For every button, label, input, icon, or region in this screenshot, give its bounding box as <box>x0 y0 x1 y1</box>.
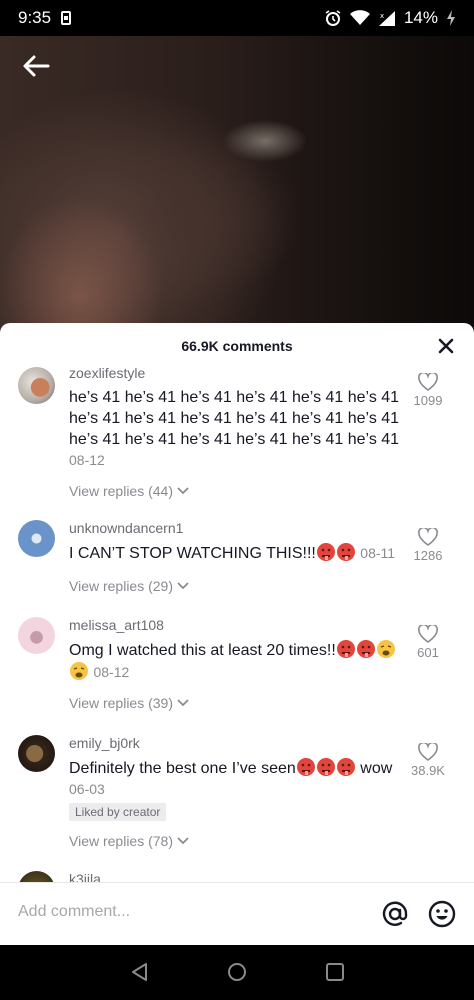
comment-input-bar: Add comment... <box>0 882 474 945</box>
view-replies-button[interactable]: View replies (78) <box>69 833 190 849</box>
comment-username[interactable]: emily_bj0rk <box>69 735 140 751</box>
comment-date: 08-12 <box>93 664 130 680</box>
hot-face-emoji <box>356 640 375 658</box>
comment-text: Definitely the best one I’ve seen wow 06-… <box>69 757 414 800</box>
hot-face-emoji <box>316 758 335 776</box>
avatar[interactable] <box>18 520 55 557</box>
nav-recent-icon[interactable] <box>325 962 345 982</box>
comment-item: unknowndancern1 I CAN’T STOP WATCHING TH… <box>0 518 474 608</box>
signal-icon: x <box>378 11 395 26</box>
comments-sheet: 66.9K comments zoexlifestyle he’s 41 he’… <box>0 323 474 945</box>
status-bar: 9:35 x 14% <box>0 0 474 36</box>
chevron-down-icon <box>177 699 189 707</box>
video-preview[interactable] <box>0 36 474 336</box>
view-replies-button[interactable]: View replies (39) <box>69 695 190 711</box>
comment-date: 06-03 <box>69 781 105 797</box>
navigation-bar <box>0 945 474 1000</box>
like-count: 1286 <box>413 548 443 563</box>
comment-username[interactable]: melissa_art108 <box>69 617 164 633</box>
at-sign-icon[interactable] <box>381 900 409 928</box>
like-count: 38.9K <box>411 763 445 778</box>
sim-icon <box>61 11 72 25</box>
comment-text: I CAN’T STOP WATCHING THIS!!! 08-11 <box>69 542 414 564</box>
status-time: 9:35 <box>18 8 52 27</box>
charging-icon <box>447 10 455 26</box>
hot-face-emoji <box>296 758 315 776</box>
battery-percent: 14% <box>403 8 438 27</box>
smiley-icon[interactable] <box>428 900 456 928</box>
comment-item: melissa_art108 Omg I watched this at lea… <box>0 615 474 715</box>
comment-text: Omg I watched this at least 20 times!! 0… <box>69 639 414 683</box>
comment-date: 08-11 <box>360 545 396 561</box>
like-button[interactable]: 1286 <box>400 528 456 563</box>
comment-text: he’s 41 he’s 41 he’s 41 he’s 41 he’s 41 … <box>69 389 400 468</box>
close-icon[interactable] <box>436 336 456 356</box>
like-button[interactable]: 38.9K <box>400 743 456 778</box>
like-count: 601 <box>417 645 439 660</box>
weary-face-emoji <box>70 662 88 680</box>
comment-username[interactable]: zoexlifestyle <box>69 365 145 381</box>
like-button[interactable]: 1099 <box>400 373 456 408</box>
wifi-icon <box>349 10 370 25</box>
hot-face-emoji <box>316 543 335 561</box>
comment-item: zoexlifestyle he’s 41 he’s 41 he’s 41 he… <box>0 363 474 499</box>
weary-face-emoji <box>376 640 395 658</box>
back-arrow-icon[interactable] <box>20 52 52 80</box>
comment-username[interactable]: unknowndancern1 <box>69 520 183 536</box>
svg-text:x: x <box>380 12 384 20</box>
comment-item: emily_bj0rk Definitely the best one I’ve… <box>0 733 474 863</box>
view-replies-button[interactable]: View replies (29) <box>69 578 190 594</box>
hot-face-emoji <box>336 758 355 776</box>
nav-home-icon[interactable] <box>227 962 247 982</box>
like-button[interactable]: 601 <box>400 625 456 660</box>
comment-count: 66.9K comments <box>181 338 293 354</box>
hot-face-emoji <box>336 543 355 561</box>
heart-icon[interactable] <box>418 528 438 546</box>
hot-face-emoji <box>336 640 355 658</box>
alarm-icon <box>325 10 341 26</box>
heart-icon[interactable] <box>418 743 438 761</box>
like-count: 1099 <box>413 393 443 408</box>
heart-icon[interactable] <box>418 373 438 391</box>
nav-back-icon[interactable] <box>130 962 150 982</box>
status-icons: x 14% <box>324 8 456 28</box>
chevron-down-icon <box>177 487 189 495</box>
avatar[interactable] <box>18 617 55 654</box>
view-replies-button[interactable]: View replies (44) <box>69 483 190 499</box>
chevron-down-icon <box>177 837 189 845</box>
heart-icon[interactable] <box>418 625 438 643</box>
chevron-down-icon <box>177 582 189 590</box>
add-comment-input[interactable]: Add comment... <box>18 903 130 921</box>
avatar[interactable] <box>18 367 55 404</box>
comment-date: 08-12 <box>69 452 105 468</box>
liked-by-creator-badge: Liked by creator <box>69 803 167 821</box>
avatar[interactable] <box>18 735 55 772</box>
